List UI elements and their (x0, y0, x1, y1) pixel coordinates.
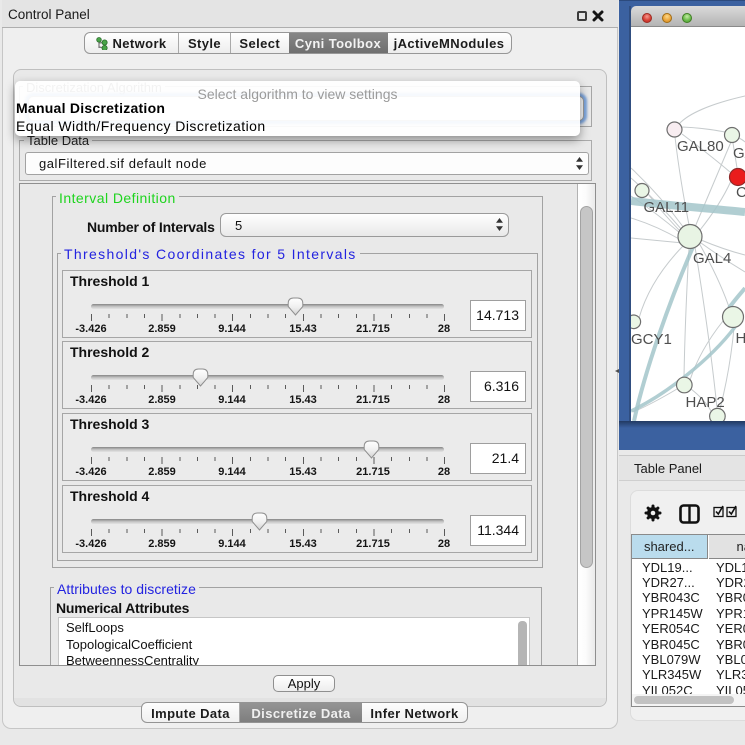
svg-text:GAL11: GAL11 (644, 199, 690, 216)
svg-text:GAL80: GAL80 (677, 138, 724, 155)
svg-text:GA: GA (733, 145, 745, 162)
svg-text:CY: CY (736, 184, 745, 201)
svg-text:HAP2: HAP2 (686, 394, 725, 411)
svg-text:GAL4: GAL4 (693, 250, 731, 267)
svg-text:GCY1: GCY1 (631, 331, 672, 348)
svg-text:H: H (736, 330, 745, 347)
